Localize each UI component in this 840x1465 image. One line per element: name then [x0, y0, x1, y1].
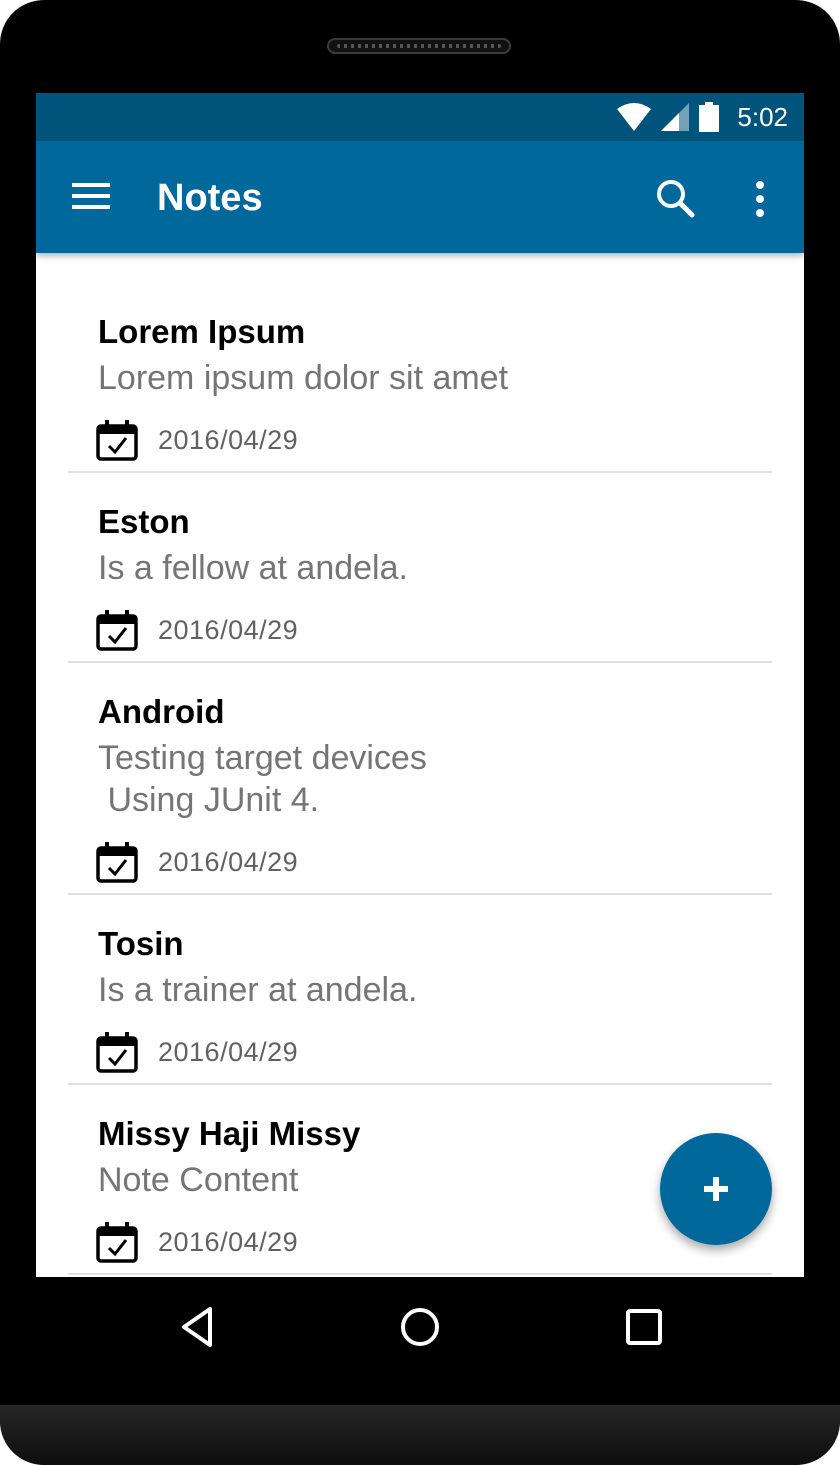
calendar-check-icon — [96, 1031, 138, 1073]
app-bar: Notes — [36, 141, 804, 253]
calendar-check-icon — [96, 1221, 138, 1263]
note-body: Testing target devices Using JUnit 4. — [98, 739, 427, 819]
note-item[interactable]: Lorem Ipsum Lorem ipsum dolor sit amet 201… — [68, 283, 772, 473]
home-icon[interactable] — [398, 1305, 442, 1349]
note-date: 2016/04/29 — [158, 1037, 299, 1067]
note-item[interactable]: Android Testing target devices Using JUni… — [68, 663, 772, 895]
note-date: 2016/04/29 — [158, 1227, 299, 1257]
note-title: Tosin — [98, 925, 184, 962]
device-bottom-bezel — [0, 1405, 840, 1465]
menu-icon[interactable] — [72, 179, 112, 215]
add-note-button[interactable] — [660, 1133, 772, 1245]
note-date: 2016/04/29 — [158, 615, 299, 645]
back-icon[interactable] — [176, 1305, 220, 1349]
calendar-check-icon — [96, 419, 138, 461]
notes-list: Lorem Ipsum Lorem ipsum dolor sit amet 201… — [68, 283, 772, 1275]
speaker-grille — [327, 38, 511, 54]
nav-bar — [0, 1277, 840, 1377]
note-date: 2016/04/29 — [158, 425, 299, 455]
status-bar: 5:02 — [36, 93, 804, 141]
note-body: Is a trainer at andela. — [98, 971, 418, 1009]
signal-icon — [661, 103, 690, 131]
add-icon — [704, 1177, 728, 1201]
note-body: Lorem ipsum dolor sit amet — [98, 359, 509, 397]
note-title: Missy Haji Missy — [98, 1115, 361, 1152]
app-screen: 5:02 Notes Lorem Ipsum Lorem ipsum dolor … — [36, 93, 804, 1277]
note-title: Android — [98, 693, 225, 730]
note-date: 2016/04/29 — [158, 847, 299, 877]
note-title: Eston — [98, 503, 190, 540]
wifi-icon — [617, 103, 652, 131]
note-title: Lorem Ipsum — [98, 313, 306, 350]
recents-icon[interactable] — [622, 1305, 666, 1349]
status-time: 5:02 — [737, 101, 788, 132]
calendar-check-icon — [96, 841, 138, 883]
app-title: Notes — [157, 177, 263, 219]
calendar-check-icon — [96, 609, 138, 651]
note-item[interactable]: Eston Is a fellow at andela. 2016/04/29 — [68, 473, 772, 663]
note-item[interactable]: Tosin Is a trainer at andela. 2016/04/29 — [68, 895, 772, 1085]
note-body: Is a fellow at andela. — [98, 549, 408, 587]
search-icon[interactable] — [654, 177, 698, 221]
note-body: Note Content — [98, 1161, 299, 1199]
more-vert-icon[interactable] — [748, 177, 772, 221]
battery-icon — [699, 102, 720, 132]
phone-frame: 5:02 Notes Lorem Ipsum Lorem ipsum dolor … — [0, 0, 840, 1465]
